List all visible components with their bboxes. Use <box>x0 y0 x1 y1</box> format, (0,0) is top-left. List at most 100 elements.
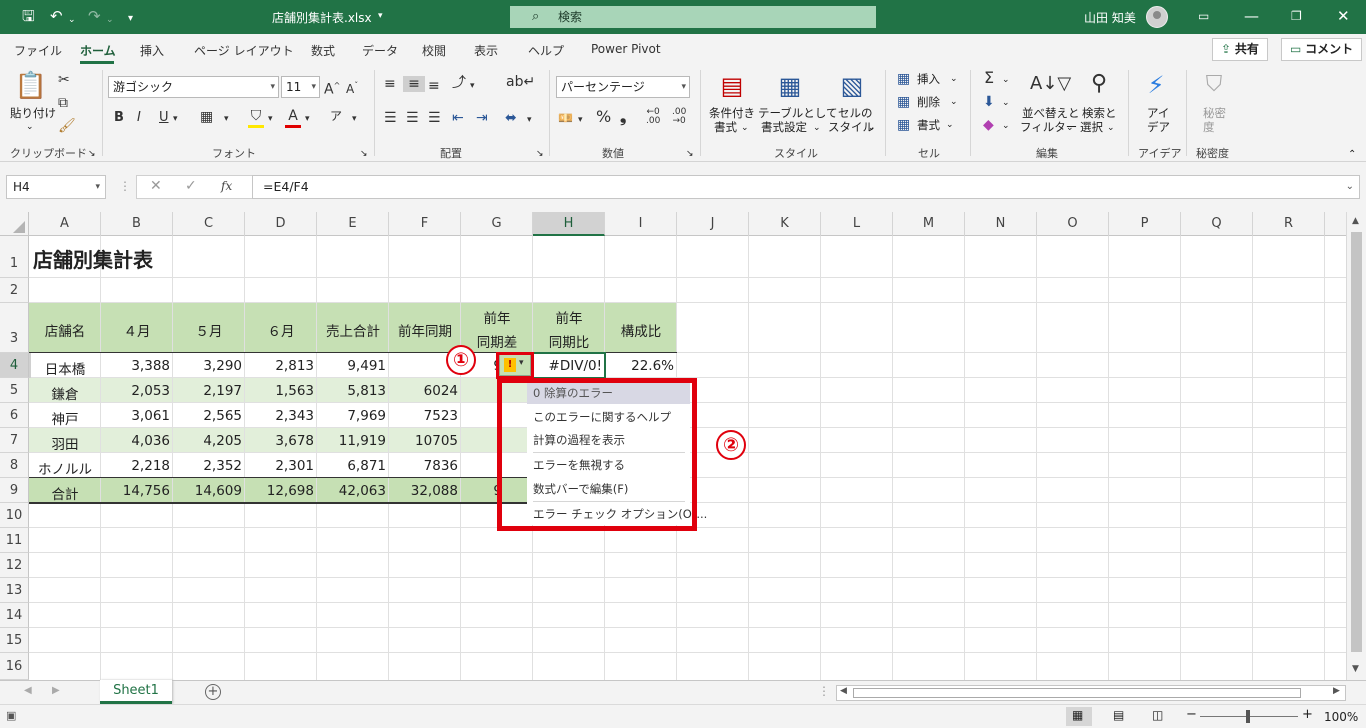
header-total-sales[interactable]: 売上合計 <box>317 320 389 340</box>
table-cell[interactable]: 14,756 <box>101 483 173 499</box>
zoom-out-icon[interactable]: − <box>1186 707 1197 722</box>
row-header-11[interactable]: 11 <box>0 528 29 553</box>
vertical-scrollbar[interactable]: ▲ ▼ <box>1346 212 1366 680</box>
column-header-i[interactable]: I <box>605 212 677 236</box>
increase-font-icon[interactable]: A^ <box>324 78 340 98</box>
table-cell[interactable]: 32,088 <box>389 483 461 499</box>
chevron-down-icon[interactable]: ⌄ <box>1066 121 1074 135</box>
table-cell[interactable]: 羽田 <box>29 433 101 453</box>
column-header-e[interactable]: E <box>317 212 389 236</box>
decrease-indent-icon[interactable]: ⇤ <box>452 110 464 126</box>
paste-dropdown-icon[interactable]: ⌄ <box>26 120 34 134</box>
font-name-select[interactable]: 游ゴシック ▾ <box>108 76 279 98</box>
table-cell[interactable]: 2,301 <box>245 458 317 474</box>
cut-icon[interactable]: ✂ <box>58 72 70 88</box>
table-cell[interactable]: 3,061 <box>101 408 173 424</box>
chevron-down-icon[interactable]: ⌄ <box>1002 96 1010 110</box>
font-launcher-icon[interactable]: ↘ <box>360 147 368 161</box>
chevron-down-icon[interactable]: ▾ <box>305 111 310 127</box>
sort-filter-label1[interactable]: 並べ替えと <box>1022 106 1080 120</box>
tab-home[interactable]: ホーム <box>80 42 116 59</box>
copy-icon[interactable]: ⧉ <box>58 95 68 111</box>
clipboard-launcher-icon[interactable]: ↘ <box>88 147 96 161</box>
search-box[interactable]: ⌕ 検索 <box>510 6 876 28</box>
chevron-down-icon[interactable]: ⌄ <box>1002 73 1010 87</box>
table-cell[interactable]: 7,969 <box>317 408 389 424</box>
table-cell[interactable]: 2,813 <box>245 358 317 374</box>
zoom-in-icon[interactable]: + <box>1302 707 1313 722</box>
header-may[interactable]: ５月 <box>173 320 245 340</box>
next-sheet-icon[interactable]: ▶ <box>52 685 60 696</box>
row-header-8[interactable]: 8 <box>0 453 29 478</box>
tab-view[interactable]: 表示 <box>474 42 498 59</box>
row-header-6[interactable]: 6 <box>0 403 29 428</box>
column-header-l[interactable]: L <box>821 212 893 236</box>
increase-decimal-icon[interactable]: ←0.00 <box>646 108 660 126</box>
scroll-up-icon[interactable]: ▲ <box>1352 216 1359 226</box>
name-box[interactable]: H4 ▾ <box>6 175 106 199</box>
customize-qat-icon[interactable]: ▾ <box>128 11 133 27</box>
header-apr[interactable]: ４月 <box>101 320 173 340</box>
font-color-icon[interactable]: A <box>285 108 301 128</box>
table-cell[interactable]: 5,813 <box>317 383 389 399</box>
table-cell[interactable]: 2,352 <box>173 458 245 474</box>
row-header-1[interactable]: 1 <box>0 236 29 278</box>
row-header-12[interactable]: 12 <box>0 553 29 578</box>
column-header-a[interactable]: A <box>29 212 101 236</box>
row-header-14[interactable]: 14 <box>0 603 29 628</box>
zoom-level[interactable]: 100% <box>1324 710 1358 724</box>
format-as-table-label1[interactable]: テーブルとして <box>758 106 837 120</box>
column-header-b[interactable]: B <box>101 212 173 236</box>
chevron-down-icon[interactable]: ▾ <box>224 111 229 127</box>
row-header-7[interactable]: 7 <box>0 428 29 453</box>
column-header-f[interactable]: F <box>389 212 461 236</box>
comment-button[interactable]: ▭ コメント <box>1281 38 1363 61</box>
italic-icon[interactable]: I <box>137 110 141 126</box>
fill-color-icon[interactable]: ⛉ <box>248 108 264 128</box>
column-header-j[interactable]: J <box>677 212 749 236</box>
column-header-m[interactable]: M <box>893 212 965 236</box>
decrease-font-icon[interactable]: Aˇ <box>346 78 358 97</box>
scroll-left-icon[interactable]: ◀ <box>840 686 847 696</box>
delete-cells-icon[interactable]: ▦ <box>897 94 910 110</box>
merge-center-icon[interactable]: ⬌ <box>505 110 517 126</box>
conditional-formatting-label1[interactable]: 条件付き <box>709 106 755 120</box>
chevron-down-icon[interactable]: ⌄ <box>1107 121 1115 135</box>
header-ratio-line1[interactable]: 前年 <box>533 307 605 327</box>
tab-help[interactable]: ヘルプ <box>528 42 564 59</box>
enter-icon[interactable]: ✓ <box>185 178 197 194</box>
scroll-right-icon[interactable]: ▶ <box>1333 686 1340 696</box>
orientation-icon[interactable]: ⤴ <box>452 75 466 91</box>
ribbon-display-icon[interactable]: ▭ <box>1198 8 1209 24</box>
column-header-p[interactable]: P <box>1109 212 1181 236</box>
insert-cells-icon[interactable]: ▦ <box>897 71 910 87</box>
align-top-icon[interactable]: ≡ <box>384 76 396 92</box>
percent-style-icon[interactable]: % <box>596 109 611 125</box>
align-right-icon[interactable]: ☰ <box>428 110 441 126</box>
column-header-g[interactable]: G <box>461 212 533 236</box>
row-header-9[interactable]: 9 <box>0 478 29 503</box>
chevron-down-icon[interactable]: ⌄ <box>950 95 958 109</box>
avatar[interactable] <box>1146 6 1168 28</box>
minimize-icon[interactable]: — <box>1244 8 1259 24</box>
chevron-down-icon[interactable]: ▾ <box>173 111 178 127</box>
collapse-ribbon-icon[interactable]: ⌃ <box>1348 148 1356 162</box>
header-share[interactable]: 構成比 <box>605 320 677 340</box>
chevron-down-icon[interactable]: ▾ <box>470 78 475 94</box>
redo-icon[interactable]: ↷ <box>88 8 101 24</box>
find-select-label2[interactable]: 選択 <box>1080 120 1103 134</box>
table-cell[interactable]: 7523 <box>389 408 461 424</box>
row-header-2[interactable]: 2 <box>0 278 29 303</box>
column-header-h[interactable]: H <box>533 212 605 236</box>
horizontal-scroll-thumb[interactable] <box>853 688 1301 698</box>
table-cell[interactable]: 1,563 <box>245 383 317 399</box>
insert-cells-label[interactable]: 挿入 <box>917 72 940 86</box>
accessibility-icon[interactable]: ▣ <box>6 709 16 722</box>
formula-input[interactable]: =E4/F4 ⌄ <box>252 175 1360 199</box>
autosum-icon[interactable]: Σ <box>984 70 994 86</box>
cell-styles-icon[interactable]: ▧ <box>836 72 868 100</box>
table-cell[interactable]: 鎌倉 <box>29 383 101 403</box>
close-icon[interactable]: ✕ <box>1337 8 1350 24</box>
prev-sheet-icon[interactable]: ◀ <box>24 685 32 696</box>
table-cell[interactable]: 6,871 <box>317 458 389 474</box>
